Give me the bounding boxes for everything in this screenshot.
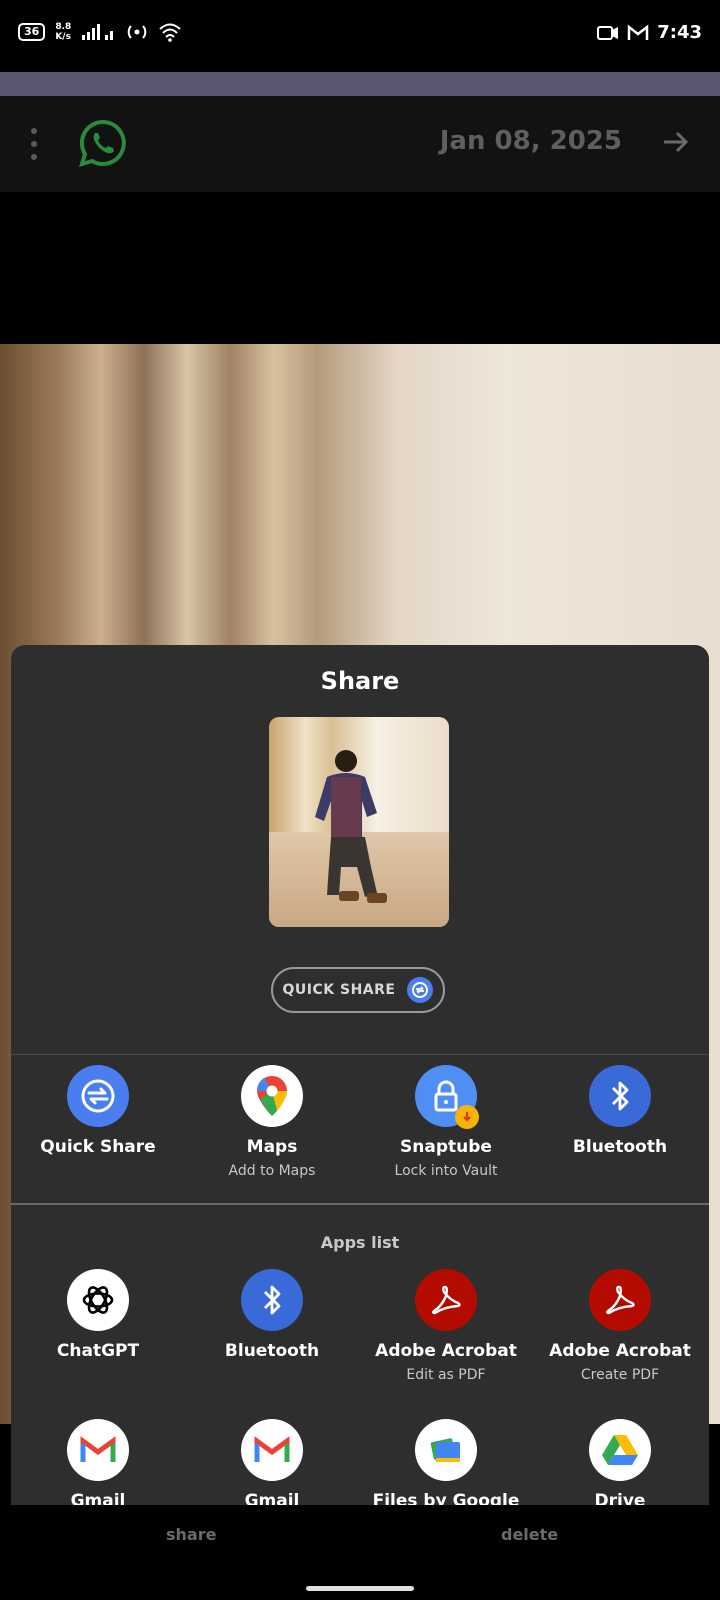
network-speed: 8.8 K/s: [55, 22, 72, 42]
quick-share-button-label: QUICK SHARE: [282, 982, 396, 998]
target-label: Snaptube: [400, 1137, 492, 1157]
app-gmail[interactable]: Gmail: [185, 1419, 359, 1505]
target-label: Maps: [246, 1137, 298, 1157]
maps-icon: [241, 1065, 303, 1127]
app-label: Gmail: [244, 1491, 300, 1505]
divider: [11, 1203, 709, 1205]
battery-indicator: 36: [18, 23, 46, 41]
share-nav-button[interactable]: share: [166, 1525, 216, 1544]
bluetooth-icon: [241, 1269, 303, 1331]
target-label: Quick Share: [40, 1137, 156, 1157]
status-bar: 36 8.8 K/s 7:43: [0, 0, 720, 72]
gmail-notification-icon: [627, 23, 649, 40]
apps-list-header: Apps list: [320, 1233, 400, 1252]
hotspot-icon: [127, 25, 147, 39]
delete-nav-button[interactable]: delete: [501, 1525, 558, 1544]
app-sublabel: Create PDF: [580, 1367, 660, 1383]
app-label: ChatGPT: [56, 1341, 140, 1361]
more-options-icon[interactable]: [24, 124, 44, 164]
app-bluetooth[interactable]: Bluetooth: [185, 1269, 359, 1361]
apps-row: Gmail Gmail Files by Google Drive: [11, 1419, 709, 1505]
gmail-icon: [241, 1419, 303, 1481]
drive-icon: [589, 1419, 651, 1481]
notification-app-icon: [597, 25, 619, 40]
wifi-icon: [159, 23, 181, 42]
target-sublabel: Add to Maps: [228, 1163, 316, 1179]
app-label: Files by Google: [372, 1491, 520, 1505]
target-snaptube[interactable]: Snaptube Lock into Vault: [359, 1065, 533, 1179]
viewer-toolbar: Jan 08, 2025: [0, 96, 720, 192]
quick-share-icon: [407, 977, 434, 1003]
divider: [11, 1054, 709, 1055]
adobe-acrobat-icon: [415, 1269, 477, 1331]
app-drive[interactable]: Drive: [533, 1419, 707, 1505]
signal-icon: [82, 24, 114, 40]
share-title: Share: [320, 667, 400, 695]
quick-share-button[interactable]: QUICK SHARE: [271, 967, 445, 1013]
quick-share-icon: [67, 1065, 129, 1127]
home-indicator[interactable]: [306, 1586, 414, 1591]
bluetooth-icon: [589, 1065, 651, 1127]
share-sheet: Share QUICK SHARE Quick Share Maps Add t…: [11, 645, 709, 1505]
target-maps[interactable]: Maps Add to Maps: [185, 1065, 359, 1179]
clock: 7:43: [657, 22, 702, 43]
app-label: Drive: [594, 1491, 646, 1505]
whatsapp-icon[interactable]: [78, 118, 128, 168]
app-label: Gmail: [70, 1491, 126, 1505]
target-sublabel: Lock into Vault: [394, 1163, 498, 1179]
app-label: Bluetooth: [224, 1341, 320, 1361]
gmail-icon: [67, 1419, 129, 1481]
files-icon: [415, 1419, 477, 1481]
viewer-band: [0, 192, 720, 344]
app-accent-bar: [0, 72, 720, 96]
app-label: Adobe Acrobat: [375, 1341, 517, 1361]
app-label: Adobe Acrobat: [549, 1341, 691, 1361]
media-date: Jan 08, 2025: [439, 126, 622, 156]
snaptube-badge-icon: [455, 1105, 479, 1129]
share-preview-image: [269, 717, 449, 927]
app-files-by-google[interactable]: Files by Google: [359, 1419, 533, 1505]
app-gmail[interactable]: Gmail: [11, 1419, 185, 1505]
chatgpt-icon: [67, 1269, 129, 1331]
target-quick-share[interactable]: Quick Share: [11, 1065, 185, 1157]
direct-share-row: Quick Share Maps Add to Maps Snaptube Lo…: [11, 1065, 709, 1205]
target-bluetooth[interactable]: Bluetooth: [533, 1065, 707, 1157]
app-adobe-acrobat-create[interactable]: Adobe Acrobat Create PDF: [533, 1269, 707, 1383]
apps-row: ChatGPT Bluetooth Adobe Acrobat Edit as …: [11, 1269, 709, 1409]
lock-icon: [415, 1065, 479, 1129]
app-chatgpt[interactable]: ChatGPT: [11, 1269, 185, 1361]
app-sublabel: Edit as PDF: [406, 1367, 486, 1383]
arrow-forward-icon[interactable]: [662, 128, 690, 156]
target-label: Bluetooth: [572, 1137, 668, 1157]
adobe-acrobat-icon: [589, 1269, 651, 1331]
app-adobe-acrobat-edit[interactable]: Adobe Acrobat Edit as PDF: [359, 1269, 533, 1383]
